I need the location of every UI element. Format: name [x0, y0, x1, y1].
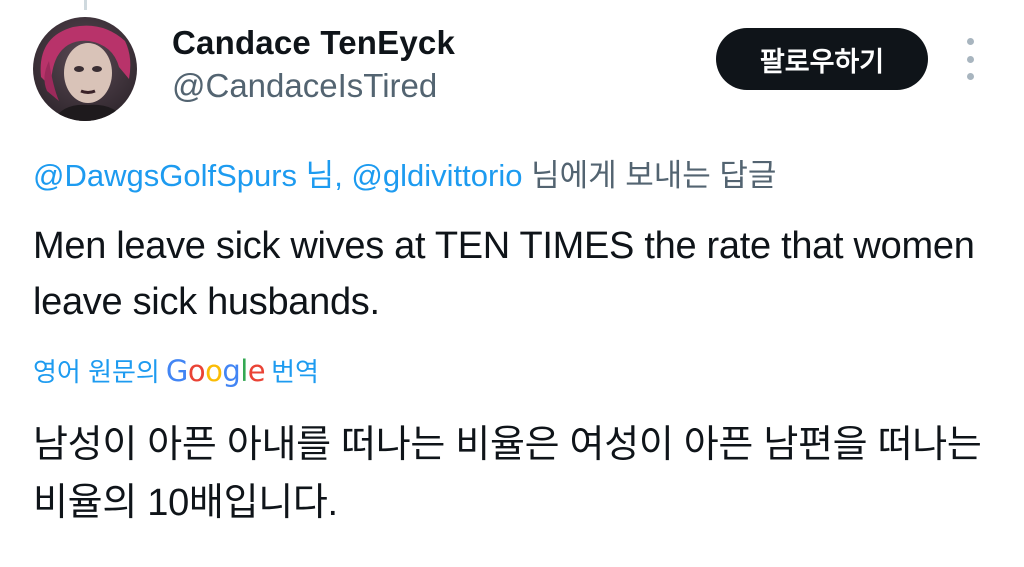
- follow-button[interactable]: 팔로우하기: [716, 28, 928, 90]
- translated-tweet-text: 남성이 아픈 아내를 떠나는 비율은 여성이 아픈 남편을 떠나는 비율의 10…: [33, 424, 982, 524]
- tweet-body-text: Men leave sick wives at TEN TIMES the ra…: [33, 225, 975, 323]
- more-vertical-icon[interactable]: [958, 38, 982, 80]
- more-dot: [966, 73, 974, 80]
- translation-prefix: 영어 원문의: [33, 357, 160, 387]
- avatar-image: [33, 17, 137, 121]
- google-logo: Google: [165, 354, 266, 388]
- avatar[interactable]: [33, 17, 137, 121]
- thread-connector-line: [84, 0, 87, 10]
- reply-separator: 님,: [297, 158, 352, 193]
- author-handle[interactable]: @CandaceIsTired: [172, 67, 437, 105]
- more-dot: [966, 55, 974, 63]
- author-display-name[interactable]: Candace TenEyck: [172, 24, 455, 62]
- mention-link-gldivittorio[interactable]: @gldivittorio: [351, 158, 522, 193]
- more-dot: [966, 38, 974, 45]
- reply-suffix: 님에게 보내는 답글: [522, 158, 777, 193]
- translation-attribution[interactable]: 영어 원문의 Google 번역: [33, 352, 319, 389]
- translation-suffix: 번역: [271, 357, 319, 387]
- replying-to-line: @DawgsGolfSpurs 님, @gldivittorio 님에게 보내는…: [33, 150, 776, 195]
- mention-link-dawgsgolfspurs[interactable]: @DawgsGolfSpurs: [33, 158, 297, 193]
